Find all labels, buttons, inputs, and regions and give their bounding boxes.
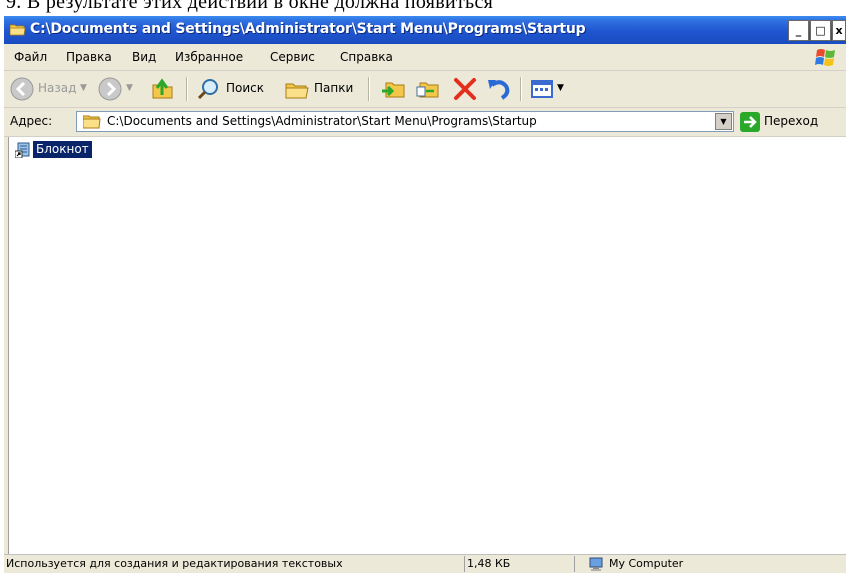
- toolbar-separator: [368, 77, 370, 101]
- copy-to-icon[interactable]: [414, 77, 442, 101]
- chevron-down-icon: ▼: [126, 83, 133, 93]
- maximize-button[interactable]: □: [810, 20, 831, 41]
- address-input[interactable]: C:\Documents and Settings\Administrator\…: [76, 111, 734, 132]
- search-button[interactable]: Поиск: [196, 77, 276, 101]
- back-button[interactable]: Назад ▼: [10, 77, 90, 101]
- status-description: Используется для создания и редактирован…: [6, 557, 343, 570]
- delete-icon[interactable]: [452, 77, 478, 101]
- explorer-window: C:\Documents and Settings\Administrator\…: [4, 16, 846, 573]
- views-icon: [531, 80, 553, 98]
- title-bar[interactable]: C:\Documents and Settings\Administrator\…: [4, 16, 846, 44]
- chevron-down-icon: ▼: [557, 83, 564, 93]
- file-item-label: Блокнот: [33, 141, 92, 158]
- status-size: 1,48 КБ: [464, 556, 573, 572]
- folder-icon: [83, 115, 101, 129]
- menu-tools[interactable]: Сервис: [270, 50, 315, 64]
- menu-file[interactable]: Файл: [14, 50, 47, 64]
- menu-help[interactable]: Справка: [340, 50, 393, 64]
- close-button[interactable]: x: [832, 20, 846, 41]
- my-computer-icon: [589, 557, 603, 571]
- toolbar-separator: [520, 77, 522, 101]
- menu-bar: Файл Правка Вид Избранное Сервис Справка: [4, 44, 846, 71]
- folders-button[interactable]: Папки: [284, 77, 364, 101]
- views-button[interactable]: ▼: [530, 77, 570, 101]
- go-arrow-icon: [740, 112, 760, 132]
- menu-view[interactable]: Вид: [132, 50, 156, 64]
- search-icon: [197, 79, 218, 100]
- folders-label: Папки: [314, 81, 354, 95]
- standard-toolbar: Назад ▼ ▼ Поиск Папки ▼: [4, 71, 846, 108]
- forward-arrow-icon: [98, 77, 122, 101]
- folders-icon: [285, 83, 309, 99]
- undo-icon[interactable]: [486, 77, 512, 101]
- up-folder-icon[interactable]: [150, 77, 176, 101]
- menu-favorites[interactable]: Избранное: [175, 50, 243, 64]
- back-arrow-icon: [10, 77, 34, 101]
- back-label: Назад: [38, 81, 77, 95]
- file-list-pane[interactable]: Блокнот: [8, 137, 846, 554]
- address-dropdown-button[interactable]: ▼: [715, 113, 732, 130]
- move-to-icon[interactable]: [380, 77, 408, 101]
- toolbar-separator: [186, 77, 188, 101]
- window-title: C:\Documents and Settings\Administrator\…: [30, 21, 586, 37]
- address-bar: Адрес: C:\Documents and Settings\Adminis…: [4, 108, 846, 137]
- status-bar: Используется для создания и редактирован…: [4, 554, 846, 573]
- status-zone: My Computer: [574, 556, 843, 572]
- go-label: Переход: [764, 114, 819, 128]
- document-caption-text: 9. В результате этих действий в окне дол…: [6, 0, 494, 13]
- notepad-shortcut-icon: [15, 142, 30, 158]
- go-button[interactable]: Переход: [740, 111, 846, 133]
- chevron-down-icon: ▼: [80, 83, 87, 93]
- address-value: C:\Documents and Settings\Administrator\…: [107, 114, 537, 128]
- forward-button[interactable]: ▼: [98, 77, 138, 101]
- address-label: Адрес:: [10, 114, 53, 128]
- folder-icon: [10, 24, 26, 36]
- minimize-button[interactable]: _: [788, 20, 809, 41]
- menu-edit[interactable]: Правка: [66, 50, 112, 64]
- status-zone-label: My Computer: [609, 557, 684, 570]
- windows-logo-icon: [815, 49, 835, 66]
- search-label: Поиск: [226, 81, 265, 95]
